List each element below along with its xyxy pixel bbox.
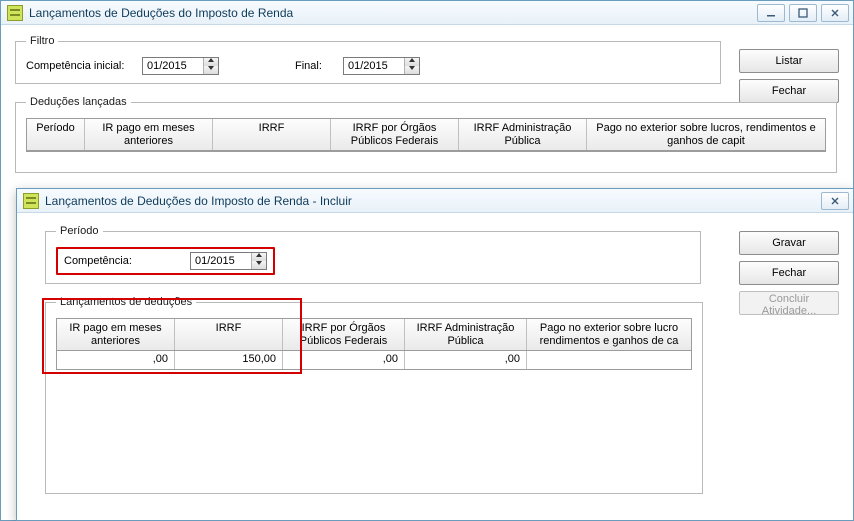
col-irrf-orgaos: IRRF por Órgãos Públicos Federais — [283, 319, 405, 350]
cell-irrf[interactable]: 150,00 — [175, 351, 283, 369]
parent-grid[interactable]: Período IR pago em meses anteriores IRRF… — [26, 118, 826, 152]
spin-down-icon[interactable] — [405, 66, 419, 74]
maximize-button[interactable] — [789, 4, 817, 22]
competence-input[interactable] — [191, 253, 251, 269]
filter-legend: Filtro — [26, 35, 58, 47]
initial-label: Competência inicial: — [26, 60, 134, 72]
child-client: Gravar Fechar Concluir Atividade... Perí… — [17, 213, 853, 521]
child-side-buttons: Gravar Fechar Concluir Atividade... — [739, 231, 839, 315]
spin-up-icon[interactable] — [405, 58, 419, 66]
minimize-button[interactable] — [757, 4, 785, 22]
period-highlight: Competência: — [56, 247, 275, 275]
final-label: Final: — [295, 60, 335, 72]
col-irrf-admin: IRRF Administração Pública — [459, 119, 587, 150]
period-group: Período Competência: — [45, 225, 701, 284]
final-spinner[interactable] — [343, 57, 420, 75]
cell-irrf-admin[interactable]: ,00 — [405, 351, 527, 369]
close-button-child[interactable]: Fechar — [739, 261, 839, 285]
cell-irrf-orgaos[interactable]: ,00 — [283, 351, 405, 369]
child-grid[interactable]: IR pago em meses anteriores IRRF IRRF po… — [56, 318, 692, 370]
col-irrf-orgaos: IRRF por Órgãos Públicos Federais — [331, 119, 459, 150]
parent-titlebar: Lançamentos de Deduções do Imposto de Re… — [1, 1, 853, 25]
col-pago-ext: Pago no exterior sobre lucro rendimentos… — [527, 319, 691, 350]
initial-input[interactable] — [143, 58, 203, 74]
col-pago-ext: Pago no exterior sobre lucros, rendiment… — [587, 119, 825, 150]
col-ir-prev: IR pago em meses anteriores — [57, 319, 175, 350]
list-button[interactable]: Listar — [739, 49, 839, 73]
spin-down-icon[interactable] — [204, 66, 218, 74]
initial-spinner[interactable] — [142, 57, 219, 75]
col-irrf: IRRF — [175, 319, 283, 350]
filter-row: Competência inicial: Final: — [26, 57, 710, 75]
child-launches-group: Lançamentos de deduções IR pago em meses… — [45, 296, 703, 494]
period-legend: Período — [56, 225, 103, 237]
child-grid-body: ,00 150,00 ,00 ,00 — [57, 351, 691, 369]
spin-up-icon[interactable] — [204, 58, 218, 66]
launches-group: Deduções lançadas Período IR pago em mes… — [15, 96, 837, 173]
save-button[interactable]: Gravar — [739, 231, 839, 255]
child-dialog: Lançamentos de Deduções do Imposto de Re… — [16, 188, 854, 521]
child-grid-head: IR pago em meses anteriores IRRF IRRF po… — [57, 319, 691, 351]
child-titlebar: Lançamentos de Deduções do Imposto de Re… — [17, 189, 853, 213]
close-button[interactable] — [821, 192, 849, 210]
parent-title: Lançamentos de Deduções do Imposto de Re… — [29, 6, 757, 20]
spin-up-icon[interactable] — [252, 253, 266, 261]
table-row[interactable]: ,00 150,00 ,00 ,00 — [57, 351, 691, 369]
col-ir-prev: IR pago em meses anteriores — [85, 119, 213, 150]
app-icon — [23, 193, 39, 209]
cell-pago-ext[interactable] — [527, 351, 691, 369]
col-irrf-admin: IRRF Administração Pública — [405, 319, 527, 350]
conclude-button: Concluir Atividade... — [739, 291, 839, 315]
launches-legend: Deduções lançadas — [26, 96, 131, 108]
col-periodo: Período — [27, 119, 85, 150]
parent-side-buttons: Listar Fechar — [739, 49, 839, 103]
child-launches-legend: Lançamentos de deduções — [56, 296, 196, 308]
competence-label: Competência: — [64, 255, 174, 267]
spin-down-icon[interactable] — [252, 261, 266, 269]
parent-grid-head: Período IR pago em meses anteriores IRRF… — [27, 119, 825, 151]
child-title: Lançamentos de Deduções do Imposto de Re… — [45, 194, 821, 208]
close-button[interactable] — [821, 4, 849, 22]
app-icon — [7, 5, 23, 21]
filter-group: Filtro Competência inicial: Final: — [15, 35, 721, 84]
col-irrf: IRRF — [213, 119, 331, 150]
final-input[interactable] — [344, 58, 404, 74]
competence-spinner[interactable] — [190, 252, 267, 270]
cell-ir-prev[interactable]: ,00 — [57, 351, 175, 369]
